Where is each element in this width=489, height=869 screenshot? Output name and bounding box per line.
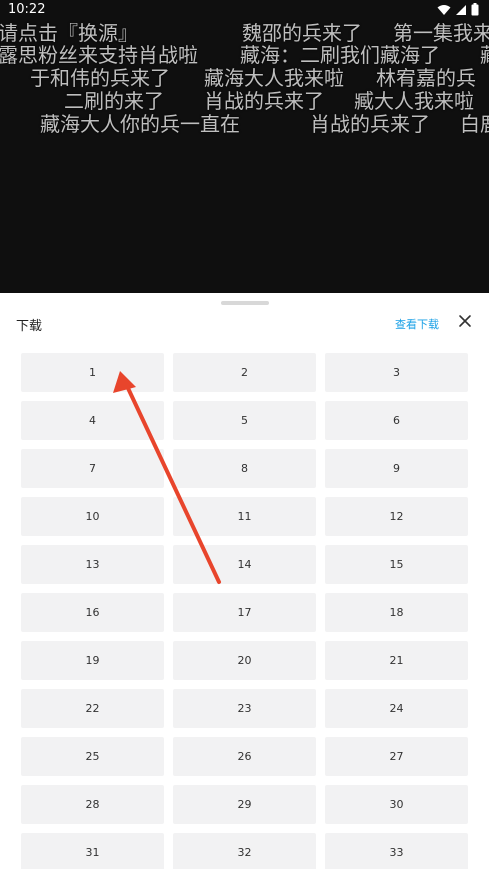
episode-button[interactable]: 16: [21, 593, 164, 632]
episode-button[interactable]: 4: [21, 401, 164, 440]
danmaku-comment: 藏海：二刷我们藏海了: [240, 43, 440, 67]
episode-button[interactable]: 23: [173, 689, 316, 728]
episode-button[interactable]: 6: [325, 401, 468, 440]
episode-grid: 1 2 3 4 5 6 7 8 9 10 11 12 13 14 15 16 17 18 19 20 21 22 23 24 2…: [21, 353, 468, 869]
episode-button[interactable]: 29: [173, 785, 316, 824]
episode-button[interactable]: 22: [21, 689, 164, 728]
danmaku-comment: 二刷的来了: [64, 89, 164, 113]
close-icon: [459, 315, 471, 327]
episode-button[interactable]: 2: [173, 353, 316, 392]
episode-button[interactable]: 12: [325, 497, 468, 536]
episode-button[interactable]: 30: [325, 785, 468, 824]
episode-button[interactable]: 3: [325, 353, 468, 392]
danmaku-comment: 于和伟的兵来了: [30, 66, 170, 90]
episode-button[interactable]: 28: [21, 785, 164, 824]
episode-button[interactable]: 27: [325, 737, 468, 776]
status-time: 10:22: [8, 2, 46, 17]
danmaku-comment: 魏邵的兵来了: [242, 21, 362, 45]
episode-button[interactable]: 13: [21, 545, 164, 584]
danmaku-comment: 请点击『换源』: [0, 21, 138, 45]
danmaku-comment: 第一集我来: [393, 21, 489, 45]
close-button[interactable]: [455, 311, 475, 331]
episode-button[interactable]: 14: [173, 545, 316, 584]
sheet-title: 下载: [16, 319, 43, 334]
episode-button[interactable]: 11: [173, 497, 316, 536]
episode-button[interactable]: 1: [21, 353, 164, 392]
status-icons: [437, 3, 479, 16]
episode-button[interactable]: 24: [325, 689, 468, 728]
episode-button[interactable]: 31: [21, 833, 164, 869]
wifi-icon: [437, 4, 451, 15]
episode-button[interactable]: 20: [173, 641, 316, 680]
video-player[interactable]: 10:22 请点击『换源』 魏邵的兵来了 第一集我来 露思粉丝来支持肖战啦 藏海…: [0, 0, 489, 293]
episode-button[interactable]: 18: [325, 593, 468, 632]
danmaku-comment: 露思粉丝来支持肖战啦: [0, 43, 198, 67]
episode-button[interactable]: 10: [21, 497, 164, 536]
episode-button[interactable]: 32: [173, 833, 316, 869]
danmaku-comment: 藏海大人你的兵一直在: [40, 112, 240, 136]
danmaku-comment: 肖战的兵来了: [310, 112, 430, 136]
episode-button[interactable]: 26: [173, 737, 316, 776]
episode-button[interactable]: 5: [173, 401, 316, 440]
status-bar: 10:22: [0, 0, 489, 20]
episode-button[interactable]: 8: [173, 449, 316, 488]
signal-icon: [456, 4, 466, 15]
drag-handle[interactable]: [221, 301, 269, 305]
danmaku-comment: 臧大人我来啦: [354, 89, 474, 113]
battery-icon: [471, 3, 479, 16]
episode-button[interactable]: 15: [325, 545, 468, 584]
episode-button[interactable]: 19: [21, 641, 164, 680]
view-downloads-link[interactable]: 查看下载: [395, 316, 439, 332]
episode-button[interactable]: 17: [173, 593, 316, 632]
episode-button[interactable]: 21: [325, 641, 468, 680]
danmaku-comment: 藏海大人我来啦: [204, 66, 344, 90]
danmaku-comment: 肖战的兵来了: [204, 89, 324, 113]
download-sheet: 下载 查看下载 1 2 3 4 5 6 7 8 9 10 11 12 13 14 15 16 17 18 19 20 2…: [0, 293, 489, 869]
danmaku-comment: 藏: [480, 43, 489, 67]
danmaku-comment: 林宥嘉的兵: [376, 66, 476, 90]
episode-button[interactable]: 25: [21, 737, 164, 776]
episode-button[interactable]: 9: [325, 449, 468, 488]
episode-button[interactable]: 33: [325, 833, 468, 869]
danmaku-comment: 白鹿: [460, 112, 489, 136]
episode-button[interactable]: 7: [21, 449, 164, 488]
